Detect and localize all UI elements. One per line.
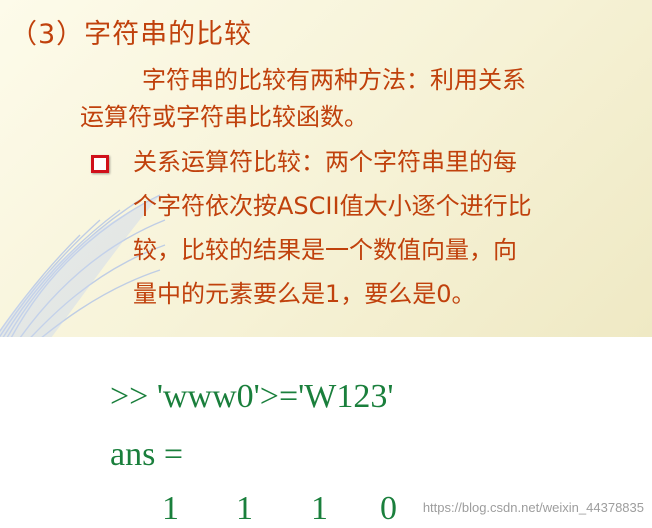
square-bullet-icon: [91, 155, 109, 173]
intro-line-1: 字符串的比较有两种方法：利用关系: [142, 66, 526, 94]
code-command: >> 'www0'>='W123': [110, 378, 394, 415]
bullet-line-4: 量中的元素要么是1，要么是0。: [133, 280, 476, 308]
watermark: https://blog.csdn.net/weixin_44378835: [422, 500, 644, 515]
slide-panel: （3）字符串的比较 字符串的比较有两种方法：利用关系 运算符或字符串比较函数。 …: [0, 0, 652, 337]
intro-line-2: 运算符或字符串比较函数。: [80, 103, 368, 131]
result-value: 1: [311, 490, 328, 527]
result-value: 1: [162, 490, 179, 527]
bullet-line-2: 个字符依次按ASCII值大小逐个进行比: [133, 192, 532, 220]
result-value: 0: [380, 490, 397, 527]
result-value: 1: [236, 490, 253, 527]
bullet-line-1: 关系运算符比较：两个字符串里的每: [133, 148, 517, 176]
code-ans-label: ans =: [110, 436, 183, 473]
section-title: （3）字符串的比较: [10, 19, 253, 50]
bullet-line-3: 较，比较的结果是一个数值向量，向: [133, 236, 517, 264]
